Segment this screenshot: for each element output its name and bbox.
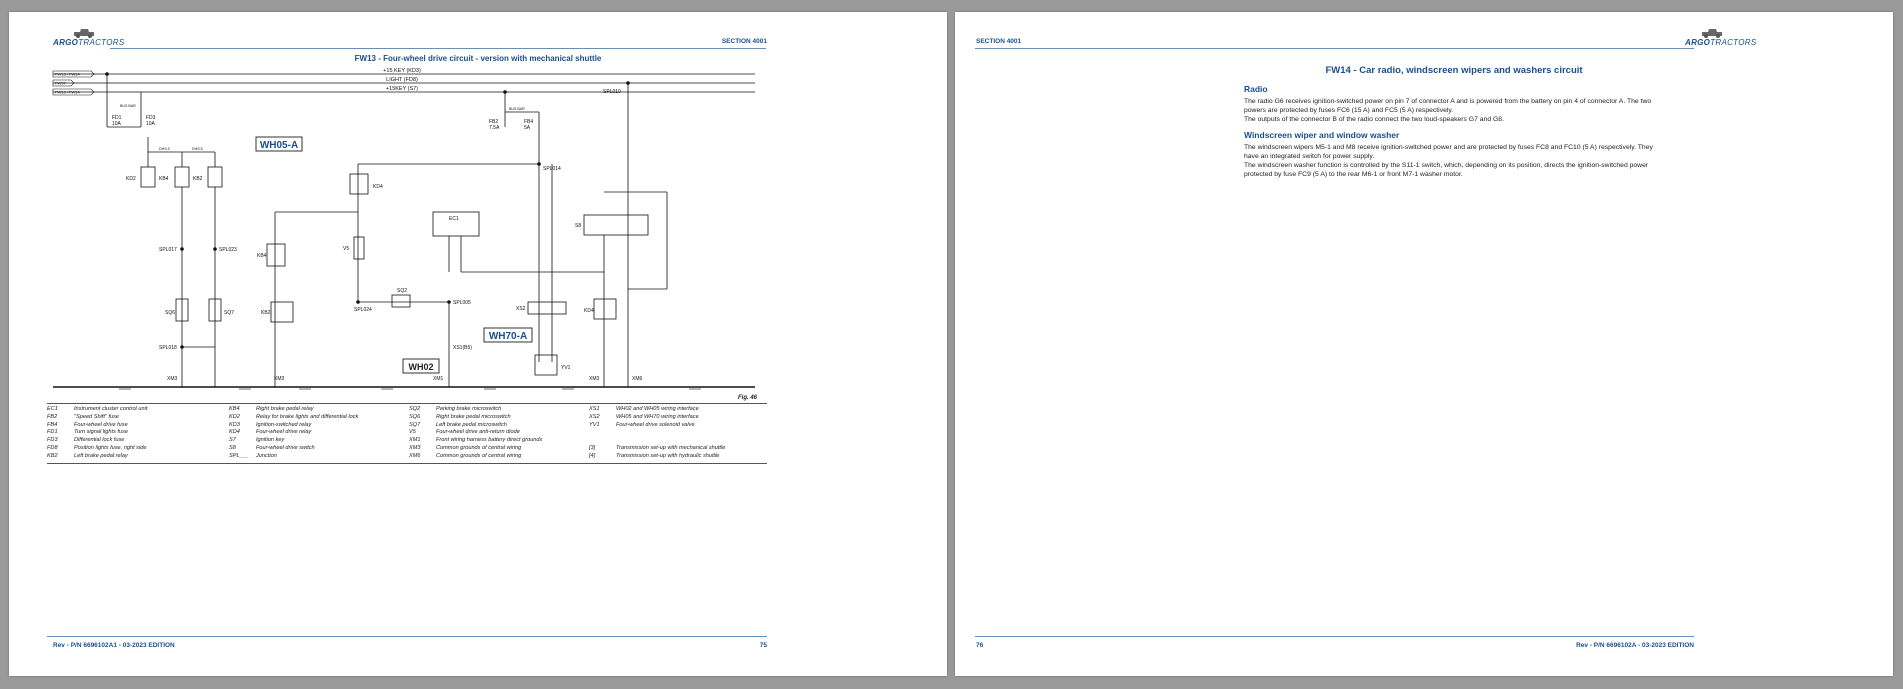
- ground-xm3-c: XM3: [589, 376, 600, 382]
- ground-xs1: XS1(B5): [453, 345, 472, 351]
- comp-sq6: SQ6: [165, 310, 175, 316]
- brand-logo: ARGOTRACTORS: [1685, 38, 1757, 47]
- harness-wh70a: WH70-A: [489, 331, 527, 342]
- wiper-paragraph-1: The windscreen wipers M5-1 and M8 receiv…: [1244, 144, 1653, 160]
- ground-xm6: XM6: [632, 376, 643, 382]
- comp-ec1: EC1: [449, 216, 459, 222]
- fuse-fd1-rating: 10A: [112, 121, 122, 127]
- wire-code-1: BUS BAR: [120, 104, 136, 108]
- junction-spl017: SPL017: [159, 247, 177, 253]
- comp-v5: V5: [343, 246, 349, 252]
- wire-code-3: DHS.5: [192, 147, 203, 151]
- page-number: 75: [759, 642, 767, 649]
- radio-heading: Radio: [1244, 84, 1268, 94]
- junction-spl024: SPL024: [354, 307, 372, 313]
- comp-kb2: KB2: [193, 176, 203, 182]
- junction-spl005: SPL005: [453, 300, 471, 306]
- legend-col-2: KB4 Right brake pedal relay KD2 Relay for …: [229, 406, 359, 459]
- comp-kd2: KD2: [126, 176, 136, 182]
- left-page: ARGOTRACTORS SECTION 4001 FW13 - Four-wh…: [9, 12, 947, 676]
- supply-line-2: LIGHT (FD8): [386, 77, 418, 83]
- radio-paragraph-1: The radio G6 receives ignition-switched …: [1244, 98, 1652, 114]
- ground-xm3-a: XM3: [167, 376, 178, 382]
- comp-yv1: YV1: [561, 365, 571, 371]
- right-page: SECTION 4001 ARGOTRACTORS FW14 - Car rad…: [955, 12, 1893, 676]
- fuse-fd3-rating: 10A: [146, 121, 156, 127]
- comp-xs2: XS2: [516, 306, 526, 312]
- wire-code-2: DHS.5: [159, 147, 170, 151]
- radio-paragraph-2: The outputs of the connector B of the ra…: [1244, 116, 1504, 123]
- legend-top-rule: [47, 403, 767, 404]
- comp-kb4-b: KB4: [257, 253, 267, 259]
- harness-wh02: WH02: [408, 362, 433, 372]
- tag-3: FW13 / FW14: [55, 90, 80, 95]
- ground-xm3-b: XM3: [274, 376, 285, 382]
- header-rule: [975, 48, 1694, 49]
- wiper-paragraph-2: The windscreen washer function is contro…: [1244, 162, 1649, 178]
- footer-rule: [47, 636, 767, 637]
- tractor-icon: [1702, 29, 1722, 38]
- comp-kd4: KD4: [373, 184, 383, 190]
- ground-xm1: XM1: [433, 376, 444, 382]
- legend-col-1: EC1 Instrument cluster control unit FB2 "S…: [47, 406, 148, 459]
- footer-edition: Rev - P/N 6696102A - 03-2023 EDITION: [1576, 642, 1694, 649]
- junction-spl018: SPL018: [159, 345, 177, 351]
- page-number: 76: [976, 642, 984, 649]
- comp-s8: S8: [575, 223, 581, 229]
- junction-spl010: SPL010: [603, 89, 621, 95]
- supply-line-1: +15 KEY (KD3): [383, 68, 421, 74]
- comp-kb4: KB4: [159, 176, 169, 182]
- comp-sq7: SQ7: [224, 310, 234, 316]
- comp-sq2: SQ2: [397, 288, 407, 294]
- junction-spl014: SPL014: [543, 166, 561, 172]
- harness-wh05a: WH05-A: [260, 140, 298, 151]
- comp-kb2-b: KB2: [261, 310, 271, 316]
- legend-bottom-rule: [47, 463, 767, 464]
- fuse-fb4-rating: 5A: [524, 125, 531, 131]
- page-title: FW14 - Car radio, windscreen wipers and …: [1325, 65, 1583, 76]
- tag-1: FW13 / FW14: [55, 72, 80, 77]
- comp-kd4-b: KD4: [584, 308, 594, 314]
- tag-2: FW37: [55, 81, 66, 86]
- legend-col-4: XS1 WH02 and WH05 wiring interface XS2 WH0…: [589, 406, 726, 459]
- supply-line-3: +15KEY (S7): [386, 86, 418, 92]
- footer-edition: Rev - P/N 6696102A1 - 03-2023 EDITION: [53, 642, 175, 649]
- junction-spl023: SPL023: [219, 247, 237, 253]
- section-label: SECTION 4001: [976, 38, 1022, 45]
- legend-col-3: SQ2 Parking brake microswitch SQ6 Right br…: [409, 406, 543, 459]
- wiper-heading: Windscreen wiper and window washer: [1244, 130, 1400, 140]
- wire-code-4: BUS BAR: [509, 107, 525, 111]
- figure-label: Fig. 46: [737, 395, 757, 401]
- footer-rule: [975, 636, 1694, 637]
- fuse-fb2-rating: 7.5A: [489, 125, 500, 131]
